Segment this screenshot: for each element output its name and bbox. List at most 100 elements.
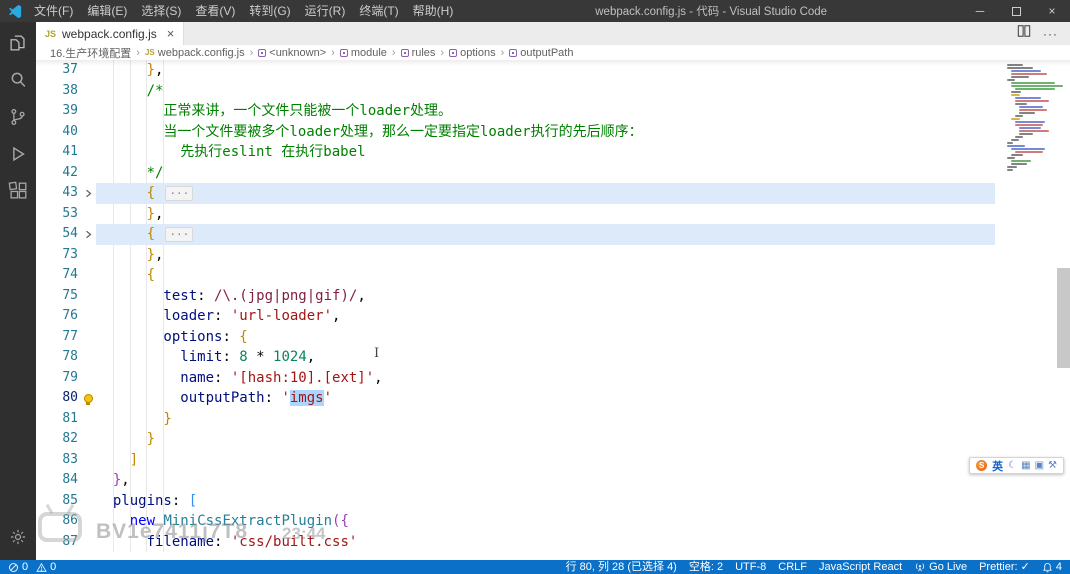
code-line-87[interactable]: 87 filename: 'css/built.css' [36,532,1070,553]
code-line-41[interactable]: 41 先执行eslint 在执行babel [36,142,1070,163]
close-button[interactable]: × [1034,0,1070,22]
maximize-button[interactable] [998,0,1034,22]
code-line-77[interactable]: 77 options: { [36,327,1070,348]
activity-explorer-icon[interactable] [5,30,31,56]
activity-manage-icon[interactable] [5,524,31,550]
line-number[interactable]: 76 [36,306,80,327]
line-number[interactable]: 54 [36,224,80,245]
minimize-button[interactable]: ─ [962,0,998,22]
status-notifications[interactable]: 4 [1042,560,1062,574]
line-number[interactable]: 80 [36,388,80,409]
ime-toolbar[interactable]: S 英 ☾ ▦ ▣ ⚒ [969,457,1064,474]
line-number[interactable]: 75 [36,286,80,307]
line-number[interactable]: 38 [36,81,80,102]
line-number[interactable]: 41 [36,142,80,163]
code-line-81[interactable]: 81 } [36,409,1070,430]
activity-run-and-debug-icon[interactable] [5,141,31,167]
line-number[interactable]: 53 [36,204,80,225]
scrollbar-thumb[interactable] [1057,268,1070,368]
code-line-83[interactable]: 83 ] [36,450,1070,471]
line-number[interactable]: 43 [36,183,80,204]
code-line-76[interactable]: 76 loader: 'url-loader', [36,306,1070,327]
status-problems-errors[interactable]: 0 [8,560,28,574]
ime-tool-icon-3[interactable]: ⚒ [1048,460,1057,471]
menu-run[interactable]: 运行(R) [298,0,353,22]
menu-selection[interactable]: 选择(S) [134,0,188,22]
code-line-39[interactable]: 39 正常来讲，一个文件只能被一个loader处理。 [36,101,1070,122]
code-line-42[interactable]: 42 */ [36,163,1070,184]
code-line-54[interactable]: 54 { ··· [36,224,1070,245]
status-cursor-position[interactable]: 行 80, 列 28 (已选择 4) [566,560,677,574]
status-go-live[interactable]: Go Live [914,560,967,574]
line-number[interactable]: 79 [36,368,80,389]
symbol-icon [258,48,267,57]
menu-help[interactable]: 帮助(H) [406,0,461,22]
status-eol[interactable]: CRLF [778,560,807,574]
code-line-84[interactable]: 84 }, [36,470,1070,491]
more-actions-icon[interactable]: ··· [1043,27,1058,41]
line-number[interactable]: 42 [36,163,80,184]
status-language-mode[interactable]: JavaScript React [819,560,902,574]
line-number[interactable]: 77 [36,327,80,348]
code-line-74[interactable]: 74 { [36,265,1070,286]
breadcrumb-unknown[interactable]: <unknown> [258,47,326,59]
code-line-43[interactable]: 43 { ··· [36,183,1070,204]
ime-language-indicator[interactable]: 英 [992,458,1003,474]
sogou-logo-icon[interactable]: S [976,460,988,471]
line-number[interactable]: 74 [36,265,80,286]
code-line-82[interactable]: 82 } [36,429,1070,450]
code-line-40[interactable]: 40 当一个文件要被多个loader处理，那么一定要指定loader执行的先后顺… [36,122,1070,143]
activity-extensions-icon[interactable] [5,178,31,204]
status-encoding[interactable]: UTF-8 [735,560,766,574]
breadcrumb-rules[interactable]: rules [400,47,435,59]
menu-go[interactable]: 转到(G) [242,0,297,22]
line-number[interactable]: 87 [36,532,80,553]
activity-search-icon[interactable] [5,67,31,93]
line-number[interactable]: 85 [36,491,80,512]
ime-tool-icon-1[interactable]: ▦ [1021,460,1030,471]
lightbulb-gutter[interactable] [80,388,96,409]
line-number[interactable]: 81 [36,409,80,430]
status-prettier[interactable]: Prettier: ✓ [979,560,1030,574]
menu-view[interactable]: 查看(V) [188,0,242,22]
line-number[interactable]: 82 [36,429,80,450]
menu-edit[interactable]: 编辑(E) [80,0,134,22]
line-number[interactable]: 78 [36,347,80,368]
lightbulb-icon[interactable] [83,393,93,405]
code-line-85[interactable]: 85 plugins: [ [36,491,1070,512]
code-line-37[interactable]: 37 }, [36,60,1070,81]
ime-tool-icon-2[interactable]: ▣ [1035,460,1044,471]
line-number[interactable]: 40 [36,122,80,143]
ime-tool-icon-0[interactable]: ☾ [1008,460,1017,471]
fold-chevron-icon[interactable] [80,224,96,245]
code-editor[interactable]: 37 }, 38 /* 39 正常来讲，一个文件只能被一个loader处理。 40 当… [36,60,1070,560]
line-number[interactable]: 39 [36,101,80,122]
breadcrumb-outputPath[interactable]: outputPath [509,47,573,59]
status-indentation[interactable]: 空格: 2 [689,560,723,574]
split-editor-icon[interactable] [1017,24,1031,43]
code-line-80[interactable]: 80 outputPath: 'imgs' [36,388,1070,409]
fold-chevron-icon[interactable] [80,183,96,204]
code-line-73[interactable]: 73 }, [36,245,1070,266]
menu-terminal[interactable]: 终端(T) [352,0,405,22]
code-line-53[interactable]: 53 }, [36,204,1070,225]
breadcrumb-folder[interactable]: 16.生产环境配置 [50,45,131,61]
code-line-79[interactable]: 79 name: '[hash:10].[ext]', [36,368,1070,389]
line-number[interactable]: 84 [36,470,80,491]
line-number[interactable]: 73 [36,245,80,266]
tab-webpack-config-js[interactable]: JS webpack.config.js × [36,22,185,45]
line-number[interactable]: 37 [36,60,80,81]
tab-close-icon[interactable]: × [167,26,175,41]
activity-source-control-icon[interactable] [5,104,31,130]
code-line-38[interactable]: 38 /* [36,81,1070,102]
breadcrumb-options[interactable]: options [449,47,496,59]
code-line-78[interactable]: 78 limit: 8 * 1024, [36,347,1070,368]
line-number[interactable]: 86 [36,511,80,532]
line-number[interactable]: 83 [36,450,80,471]
breadcrumb-file[interactable]: JS webpack.config.js [145,47,245,59]
status-problems-warnings[interactable]: 0 [36,560,56,574]
menu-file[interactable]: 文件(F) [27,0,80,22]
code-line-75[interactable]: 75 test: /\.(jpg|png|gif)/, [36,286,1070,307]
breadcrumb-module[interactable]: module [339,47,387,59]
code-line-86[interactable]: 86 new MiniCssExtractPlugin({ [36,511,1070,532]
